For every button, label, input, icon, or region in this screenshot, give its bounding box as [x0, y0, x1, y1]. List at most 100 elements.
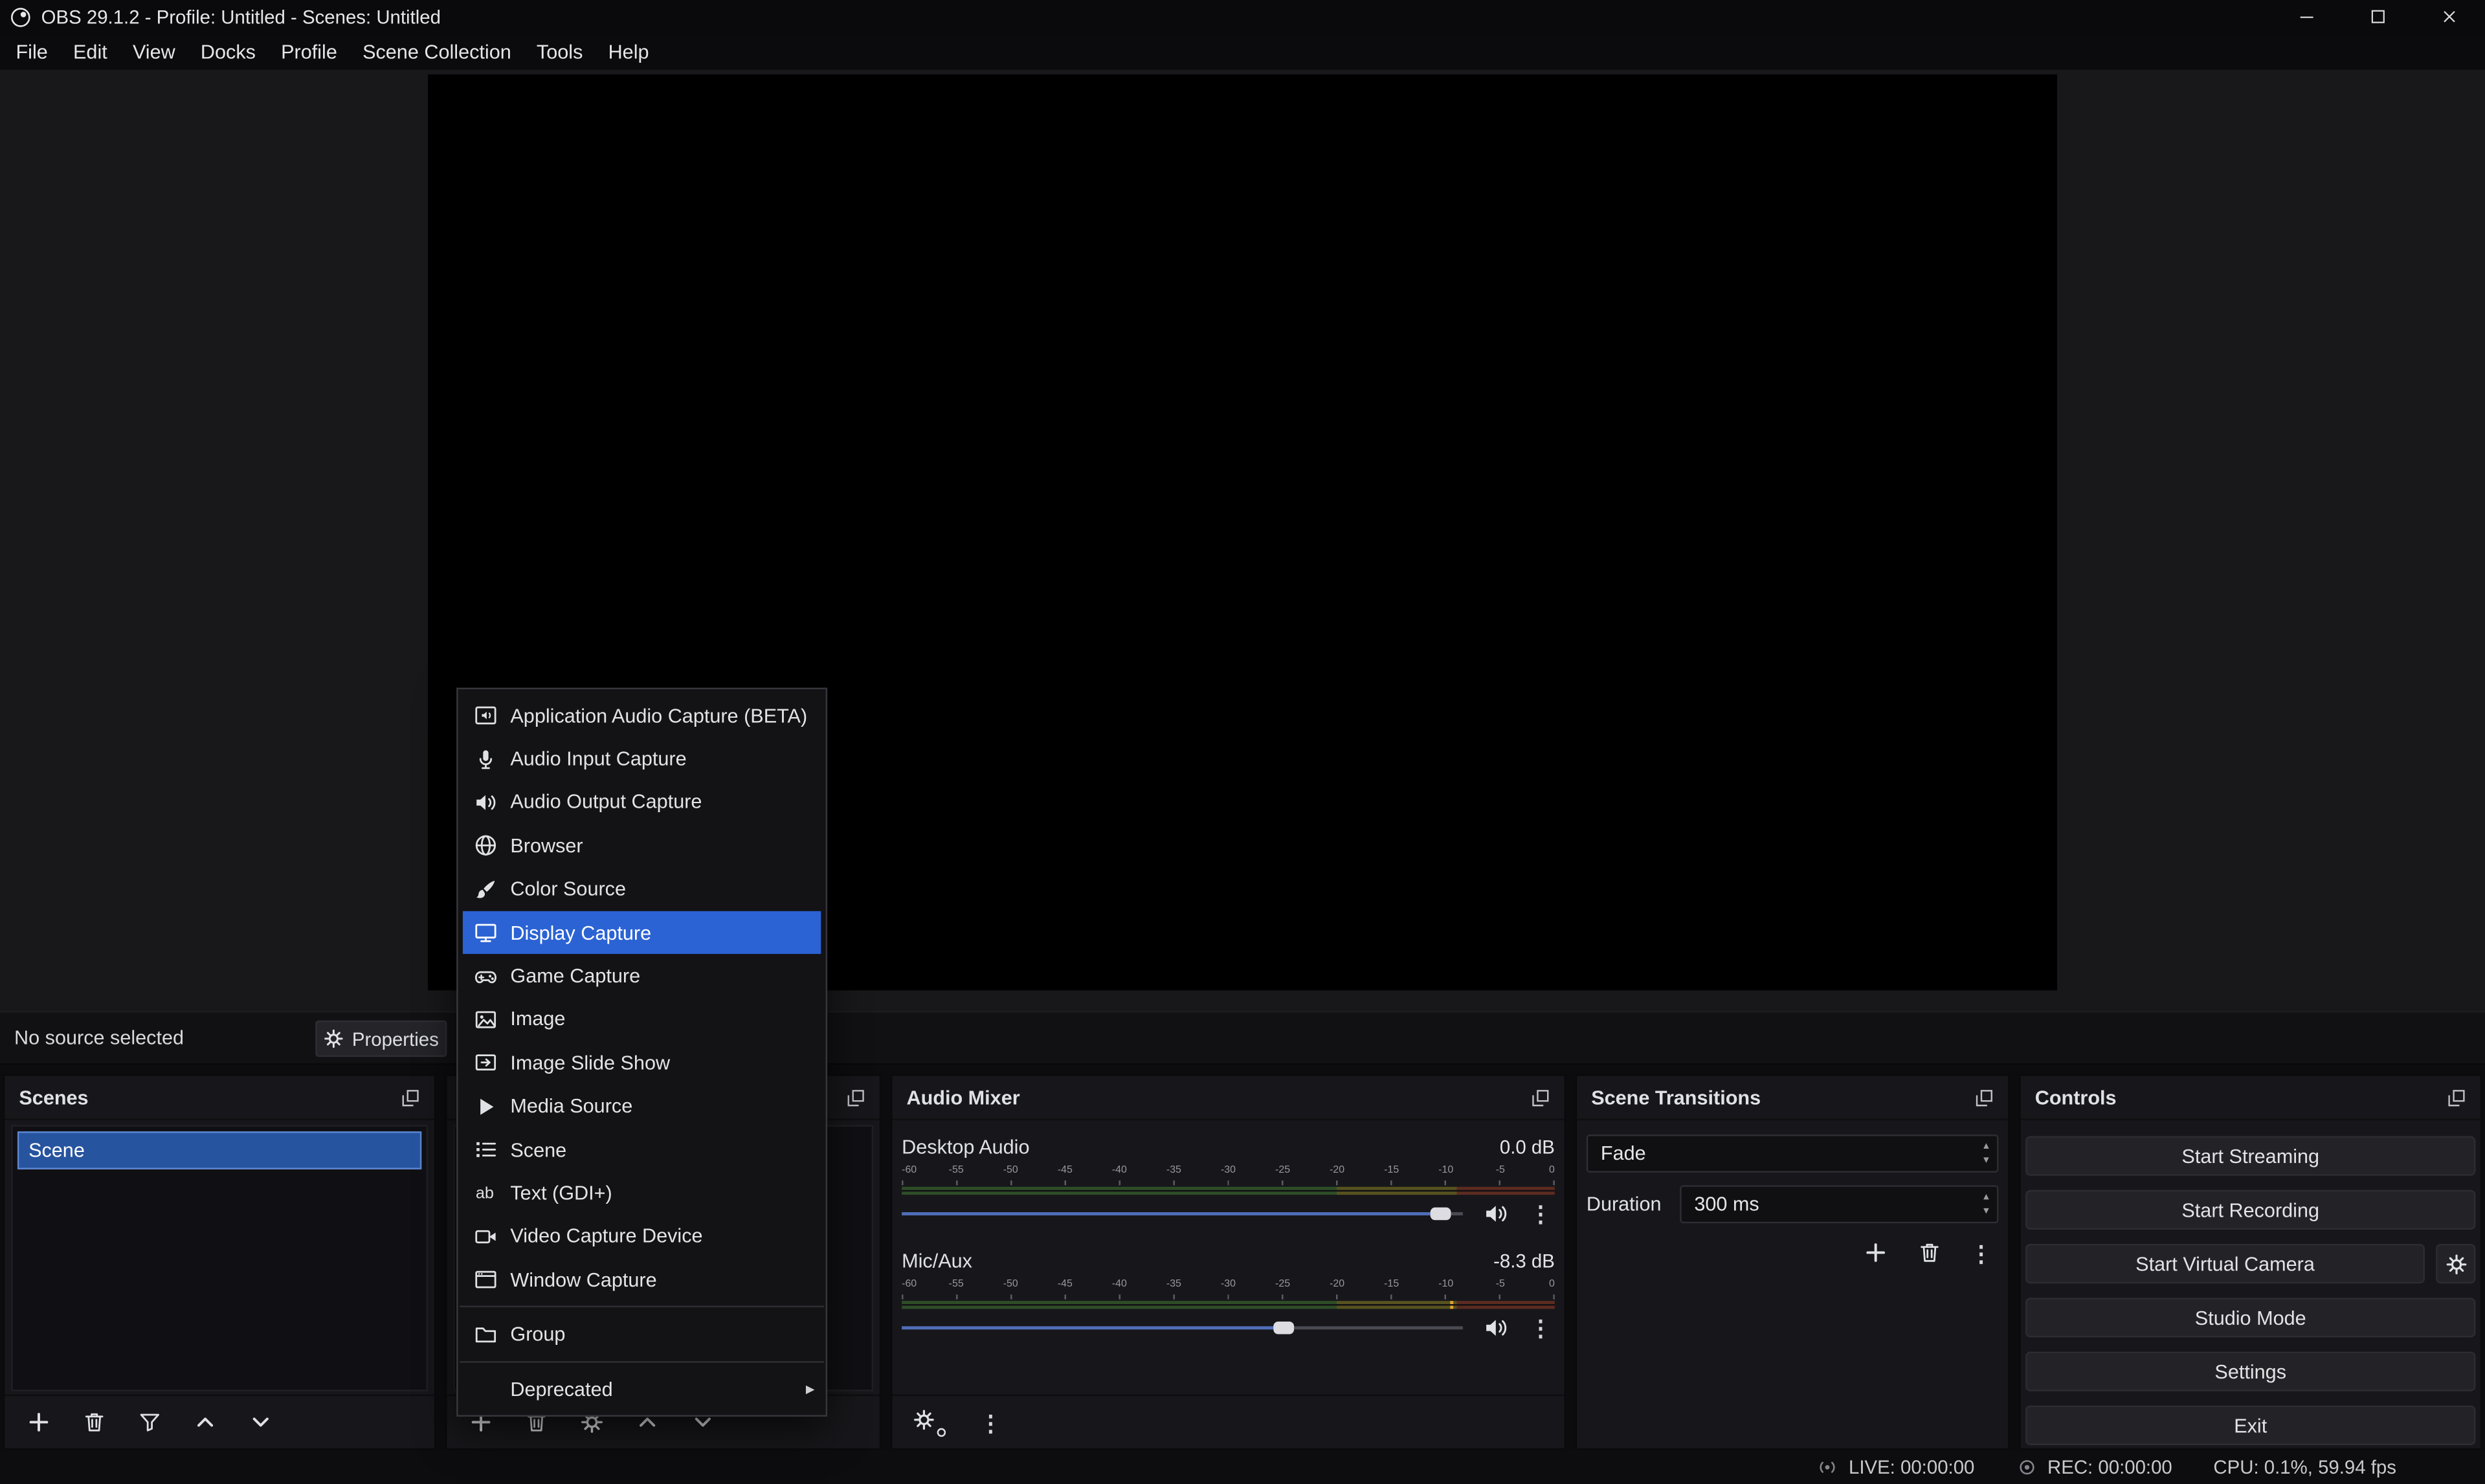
duration-input[interactable]: 300 ms ▴▾ [1680, 1185, 1998, 1223]
scene-filters-button[interactable] [137, 1409, 164, 1436]
close-button[interactable] [2414, 0, 2485, 33]
no-source-label: No source selected [14, 1027, 184, 1049]
volume-slider[interactable] [902, 1315, 1463, 1340]
volume-slider-handle[interactable] [1430, 1208, 1451, 1221]
text-icon: ab [473, 1180, 498, 1206]
menu-edit[interactable]: Edit [60, 33, 120, 69]
gamepad-icon [473, 964, 498, 989]
meter-scale: -60 -55 -50 -45 -40 -35 -30 -25 -20 -15 … [902, 1279, 1555, 1294]
menu-item-display-capture[interactable]: Display Capture [463, 911, 821, 955]
move-scene-down-button[interactable] [247, 1409, 274, 1436]
mixer-options-icon[interactable]: ⋮ [979, 1411, 1001, 1433]
advanced-audio-icon[interactable] [913, 1408, 944, 1436]
menu-item-game-capture[interactable]: Game Capture [458, 955, 826, 998]
minimize-button[interactable] [2271, 0, 2343, 33]
menu-help[interactable]: Help [596, 33, 662, 69]
virtual-camera-settings-button[interactable] [2436, 1244, 2475, 1283]
start-virtual-camera-button[interactable]: Start Virtual Camera [2025, 1244, 2425, 1283]
transition-select[interactable]: Fade ▴▾ [1587, 1135, 1999, 1173]
channel-level: 0.0 dB [1500, 1136, 1555, 1158]
popout-icon[interactable] [401, 1088, 419, 1107]
image-icon [473, 1007, 498, 1032]
menu-item-window-capture[interactable]: Window Capture [458, 1258, 826, 1301]
channel-level: -8.3 dB [1493, 1250, 1555, 1272]
menu-item-media-source[interactable]: Media Source [458, 1085, 826, 1128]
volume-meter [902, 1187, 1555, 1195]
start-streaming-button[interactable]: Start Streaming [2025, 1136, 2475, 1176]
media-play-icon [473, 1094, 498, 1119]
menu-view[interactable]: View [120, 33, 188, 69]
rec-icon [2016, 1456, 2038, 1478]
popout-icon[interactable] [1531, 1088, 1550, 1107]
duration-label: Duration [1587, 1193, 1674, 1215]
meter-tickmarks [902, 1180, 1555, 1185]
menu-item-deprecated[interactable]: Deprecated ▸ [458, 1368, 826, 1411]
rec-time: REC: 00:00:00 [2047, 1456, 2172, 1478]
volume-slider-handle[interactable] [1273, 1322, 1294, 1334]
window-title: OBS 29.1.2 - Profile: Untitled - Scenes:… [41, 6, 441, 28]
menu-separator [460, 1307, 824, 1308]
add-source-menu: Application Audio Capture (BETA) Audio I… [456, 688, 827, 1417]
remove-transition-button[interactable] [1916, 1239, 1943, 1267]
channel-name: Desktop Audio [902, 1136, 1029, 1158]
scenes-panel-title: Scenes [19, 1086, 88, 1108]
menu-file[interactable]: File [3, 33, 61, 69]
remove-scene-button[interactable] [81, 1409, 108, 1436]
start-recording-button[interactable]: Start Recording [2025, 1190, 2475, 1230]
menu-profile[interactable]: Profile [269, 33, 350, 69]
channel-options-icon[interactable]: ⋮ [1530, 1317, 1552, 1339]
obs-logo-icon [10, 6, 32, 28]
menu-item-application-audio-capture[interactable]: Application Audio Capture (BETA) [458, 694, 826, 737]
gear-icon [324, 1028, 344, 1049]
window-controls [2271, 0, 2485, 33]
scenes-toolbar [5, 1395, 434, 1448]
live-time: LIVE: 00:00:00 [1849, 1456, 1974, 1478]
properties-button[interactable]: Properties [315, 1021, 447, 1057]
menu-item-audio-input-capture[interactable]: Audio Input Capture [458, 737, 826, 781]
popout-icon[interactable] [2447, 1088, 2466, 1107]
menu-item-text-gdi[interactable]: ab Text (GDI+) [458, 1171, 826, 1215]
menu-item-image[interactable]: Image [458, 998, 826, 1041]
transition-options-icon[interactable]: ⋮ [1970, 1241, 1992, 1263]
titlebar: OBS 29.1.2 - Profile: Untitled - Scenes:… [0, 0, 2485, 33]
menu-item-video-capture-device[interactable]: Video Capture Device [458, 1215, 826, 1258]
popout-icon[interactable] [846, 1088, 865, 1107]
folder-icon [473, 1322, 498, 1347]
mixer-channel-mic-aux: Mic/Aux -8.3 dB -60 -55 -50 -45 -40 -35 … [902, 1250, 1555, 1341]
menu-item-scene[interactable]: Scene [458, 1128, 826, 1171]
move-scene-up-button[interactable] [192, 1409, 219, 1436]
menu-item-group[interactable]: Group [458, 1312, 826, 1356]
scene-list-item[interactable]: Scene [17, 1131, 421, 1169]
settings-button[interactable]: Settings [2025, 1351, 2475, 1391]
studio-mode-button[interactable]: Studio Mode [2025, 1298, 2475, 1337]
menu-item-audio-output-capture[interactable]: Audio Output Capture [458, 781, 826, 825]
scenes-list: Scene [11, 1125, 428, 1391]
speaker-icon[interactable] [1484, 1315, 1509, 1340]
spinner-arrows-icon: ▴▾ [1983, 1190, 1989, 1219]
channel-name: Mic/Aux [902, 1250, 972, 1272]
microphone-icon [473, 746, 498, 771]
menu-docks[interactable]: Docks [188, 33, 268, 69]
menu-item-browser[interactable]: Browser [458, 825, 826, 868]
volume-meter [902, 1301, 1555, 1309]
menu-tools[interactable]: Tools [524, 33, 596, 69]
channel-options-icon[interactable]: ⋮ [1530, 1202, 1552, 1224]
add-transition-button[interactable] [1862, 1239, 1889, 1267]
statusbar: LIVE: 00:00:00 REC: 00:00:00 CPU: 0.1%, … [0, 1450, 2485, 1484]
menu-scene-collection[interactable]: Scene Collection [350, 33, 524, 69]
menu-item-color-source[interactable]: Color Source [458, 868, 826, 911]
source-toolbar: No source selected Properties [0, 1011, 2485, 1065]
controls-title: Controls [2035, 1086, 2117, 1108]
properties-button-label: Properties [352, 1028, 439, 1050]
popout-icon[interactable] [1975, 1088, 1994, 1107]
volume-slider[interactable] [902, 1201, 1463, 1226]
peak-indicator [1450, 1301, 1453, 1309]
exit-button[interactable]: Exit [2025, 1406, 2475, 1445]
menu-item-image-slide-show[interactable]: Image Slide Show [458, 1041, 826, 1085]
maximize-button[interactable] [2343, 0, 2414, 33]
dock-area: Scenes Scene [0, 1065, 2485, 1450]
scene-transitions-title: Scene Transitions [1591, 1086, 1761, 1108]
speaker-icon[interactable] [1484, 1201, 1509, 1226]
add-scene-button[interactable] [25, 1409, 52, 1436]
scene-list-icon [473, 1137, 498, 1162]
